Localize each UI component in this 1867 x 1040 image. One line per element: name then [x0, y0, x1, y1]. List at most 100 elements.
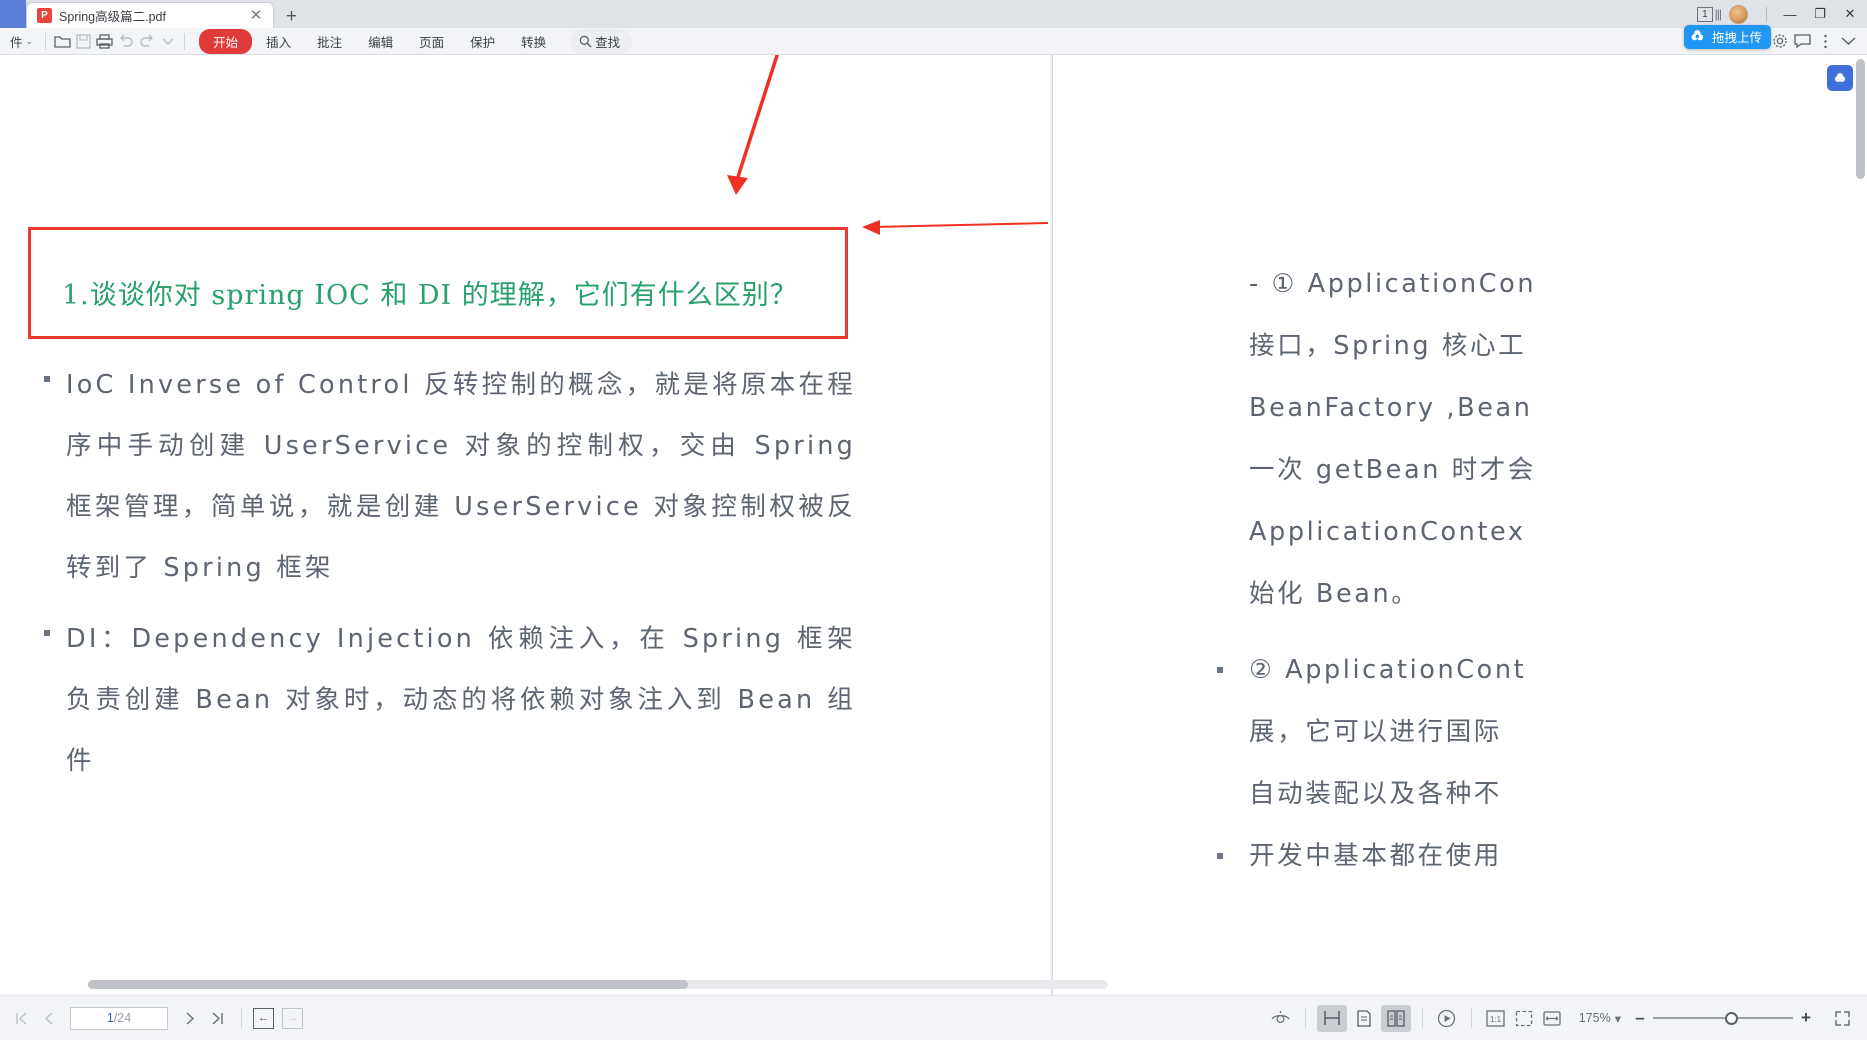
- right-text-line: 开发中基本都在使用: [1249, 841, 1502, 871]
- horizontal-scrollbar[interactable]: [88, 980, 1108, 989]
- page-number-input[interactable]: 1 / 24: [70, 1006, 168, 1030]
- more-vertical-icon[interactable]: [1815, 31, 1836, 52]
- page-heading: 1.谈谈你对 spring IOC 和 DI 的理解，它们有什么区别？: [62, 280, 798, 311]
- new-tab-button[interactable]: +: [286, 7, 297, 26]
- redo-icon[interactable]: [136, 31, 157, 52]
- zoom-slider-track: [1653, 1017, 1793, 1019]
- right-page-text: - ① ApplicationCon 接口，Spring 核心工 BeanFac…: [1217, 253, 1867, 901]
- close-tab-icon[interactable]: ✕: [247, 8, 265, 23]
- list-item: DI：Dependency Injection 依赖注入，在 Spring 框架…: [44, 609, 864, 792]
- chevron-down-icon: ⌄: [25, 35, 34, 46]
- zoom-level-value: 175%: [1578, 1011, 1611, 1025]
- search-label: 查找: [595, 35, 621, 50]
- tab-title: Spring高级篇二.pdf: [59, 10, 166, 24]
- title-bar: P Spring高级篇二.pdf ✕ + 1 ||| — ❐ ✕: [0, 0, 1867, 28]
- comment-icon[interactable]: [1792, 31, 1813, 52]
- tab-page[interactable]: 页面: [407, 29, 456, 54]
- svg-text:1:1: 1:1: [1490, 1015, 1502, 1024]
- horizontal-scroll-thumb[interactable]: [88, 980, 688, 989]
- first-page-icon[interactable]: [8, 1005, 34, 1031]
- previous-view-button[interactable]: ←: [253, 1007, 274, 1029]
- drag-upload-badge[interactable]: 拖拽上传: [1683, 24, 1771, 49]
- right-text-block: ② ApplicationCont 展，它可以进行国际 自动装配以及各种不 开发…: [1217, 639, 1867, 887]
- view-mode-single-page[interactable]: [1349, 1005, 1379, 1032]
- tab-convert[interactable]: 转换: [509, 29, 558, 54]
- prev-page-icon[interactable]: [36, 1005, 62, 1031]
- zoom-level-dropdown[interactable]: 175% ▾: [1579, 1011, 1621, 1026]
- collapse-ribbon-chevron-down-icon[interactable]: [1838, 31, 1859, 52]
- divider: [241, 1008, 242, 1028]
- right-text-line: 接口，Spring 核心工: [1249, 331, 1527, 361]
- fit-page-icon[interactable]: [1511, 1005, 1537, 1031]
- view-mode-two-page-spread[interactable]: [1380, 1004, 1411, 1032]
- page-tool-button[interactable]: [1827, 65, 1853, 91]
- tab-edit[interactable]: 编辑: [356, 29, 405, 54]
- ribbon-tabs: 开始 插入 批注 编辑 页面 保护 转换: [199, 28, 558, 54]
- divider: [184, 32, 186, 50]
- pdf-file-icon: P: [37, 8, 52, 23]
- vertical-scroll-thumb[interactable]: [1856, 59, 1865, 179]
- right-text-line: ApplicationContex: [1249, 517, 1526, 547]
- pdf-page-left: 1.谈谈你对 spring IOC 和 DI 的理解，它们有什么区别？ IoC …: [0, 55, 1050, 995]
- zoom-in-button[interactable]: +: [1795, 1008, 1817, 1028]
- drag-upload-label: 拖拽上传: [1711, 31, 1762, 45]
- bullet-marker-icon: [1217, 667, 1223, 673]
- right-text-line: 自动装配以及各种不: [1249, 779, 1502, 809]
- chevron-down-icon: ▾: [1614, 1011, 1621, 1026]
- gear-icon[interactable]: [1769, 31, 1790, 52]
- divider: [1304, 1008, 1306, 1028]
- close-window-button[interactable]: ✕: [1835, 0, 1865, 28]
- cloud-icon: [1835, 73, 1845, 82]
- search-icon: [579, 35, 592, 47]
- zoom-out-button[interactable]: –: [1629, 1008, 1651, 1028]
- right-text-line: ② ApplicationCont: [1249, 655, 1527, 685]
- open-folder-icon[interactable]: [52, 31, 73, 52]
- right-text-line: 始化 Bean。: [1249, 579, 1420, 609]
- bullet-marker-icon: [1217, 853, 1223, 859]
- toolbar-more-chevron-down-icon[interactable]: [157, 31, 178, 52]
- divider: [45, 32, 47, 50]
- window-accent: [0, 0, 26, 28]
- read-mode-icon[interactable]: [1268, 1005, 1294, 1031]
- maximize-button[interactable]: ❐: [1805, 0, 1835, 28]
- file-menu-label: 件: [10, 35, 23, 50]
- file-menu-button[interactable]: 件 ⌄: [4, 32, 39, 51]
- divider: [1470, 1008, 1472, 1028]
- list-item: IoC Inverse of Control 反转控制的概念，就是将原本在程序中…: [44, 355, 864, 599]
- cloud-upload-icon: [1691, 30, 1704, 41]
- tab-annotate[interactable]: 批注: [305, 29, 354, 54]
- zoom-slider[interactable]: [1653, 1011, 1793, 1025]
- minimize-button[interactable]: —: [1775, 0, 1805, 28]
- undo-icon[interactable]: [115, 31, 136, 52]
- fullscreen-icon[interactable]: [1829, 1005, 1855, 1031]
- fit-actual-size-button[interactable]: 1:1: [1483, 1005, 1509, 1031]
- status-bar: 1 / 24 ← → 1:1 175% ▾ – +: [0, 995, 1867, 1040]
- user-avatar[interactable]: [1729, 4, 1748, 24]
- save-icon[interactable]: [73, 31, 94, 52]
- right-text-line: 一次 getBean 时才会: [1249, 455, 1536, 485]
- divider: [1421, 1008, 1423, 1028]
- document-tab[interactable]: P Spring高级篇二.pdf ✕: [26, 2, 274, 28]
- print-icon[interactable]: [94, 31, 115, 52]
- right-text-line: 展，它可以进行国际: [1249, 717, 1502, 747]
- view-mode-continuous-scroll[interactable]: [1316, 1004, 1347, 1032]
- tab-start[interactable]: 开始: [199, 28, 253, 54]
- page-count-chip[interactable]: 1: [1697, 6, 1713, 22]
- search-button[interactable]: 查找: [570, 28, 633, 54]
- next-view-button[interactable]: →: [282, 1007, 303, 1029]
- pdf-page-right: - ① ApplicationCon 接口，Spring 核心工 BeanFac…: [1052, 55, 1867, 995]
- next-page-icon[interactable]: [176, 1005, 202, 1031]
- vertical-scrollbar[interactable]: [1856, 59, 1865, 989]
- total-pages-value: 24: [117, 1011, 132, 1025]
- zoom-slider-knob[interactable]: [1725, 1011, 1738, 1025]
- bullet-list: IoC Inverse of Control 反转控制的概念，就是将原本在程序中…: [44, 355, 864, 802]
- bullet-marker-icon: [44, 376, 50, 382]
- presentation-icon[interactable]: [1434, 1005, 1460, 1031]
- fit-width-icon[interactable]: [1539, 1005, 1565, 1031]
- document-workspace[interactable]: 1.谈谈你对 spring IOC 和 DI 的理解，它们有什么区别？ IoC …: [0, 55, 1867, 995]
- right-text-block: - ① ApplicationCon 接口，Spring 核心工 BeanFac…: [1249, 253, 1867, 625]
- last-page-icon[interactable]: [204, 1005, 230, 1031]
- tab-protect[interactable]: 保护: [458, 29, 507, 54]
- bullet-marker-icon: [44, 630, 50, 636]
- tab-insert[interactable]: 插入: [254, 29, 303, 54]
